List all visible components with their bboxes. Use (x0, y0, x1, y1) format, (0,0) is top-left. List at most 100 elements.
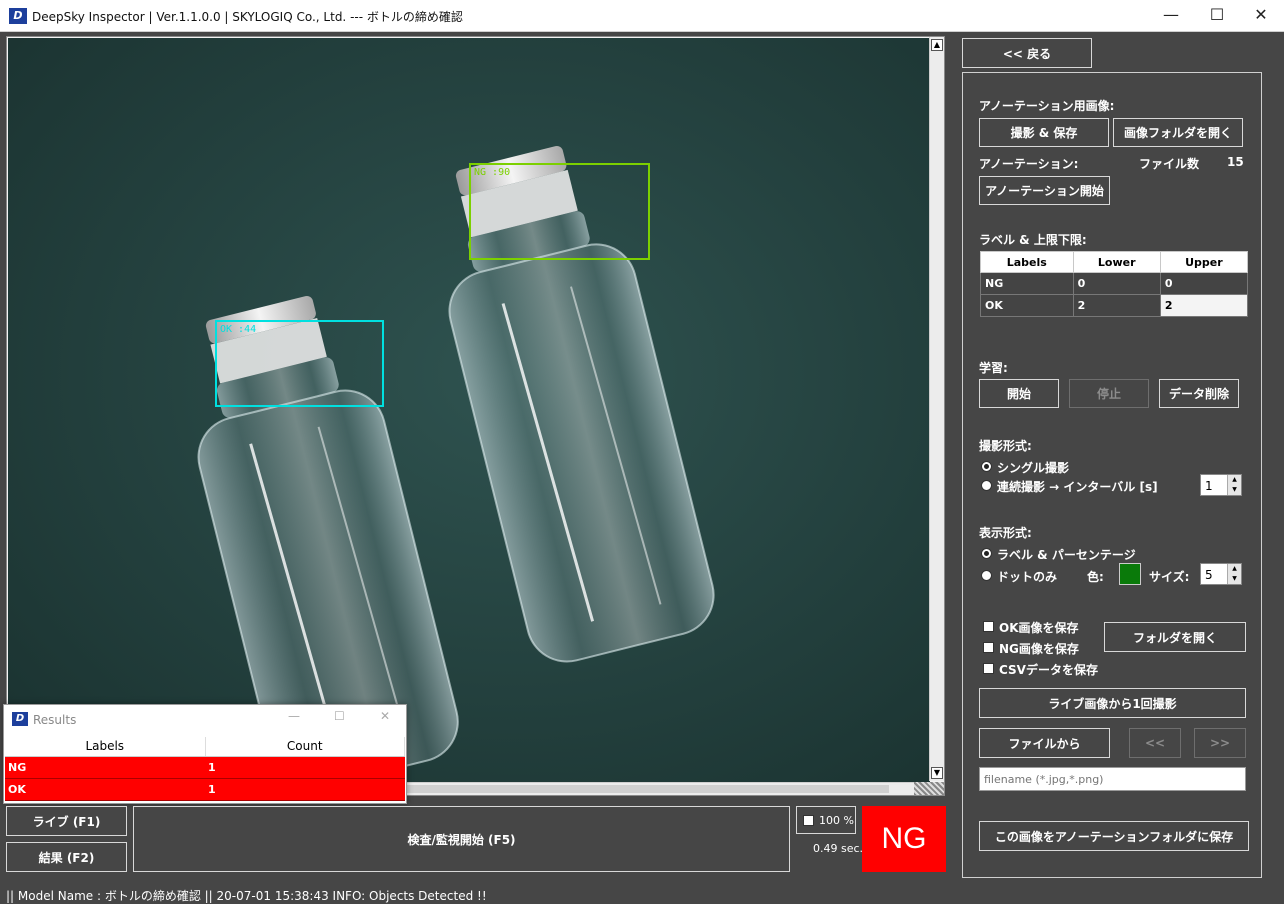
detection-label-ok: OK :44 (220, 324, 256, 335)
minimize-icon[interactable]: — (1148, 0, 1194, 30)
back-button[interactable]: << 戻る (962, 38, 1092, 68)
results-label-cell: OK (5, 778, 205, 801)
save-ng-label: NG画像を保存 (999, 642, 1079, 656)
status-text: || Model Name : ボトルの締め確認 || 20-07-01 15:… (6, 889, 487, 903)
limits-label-cell: OK (980, 294, 1074, 317)
size-label: サイズ: (1149, 570, 1190, 584)
vertical-scrollbar[interactable]: ▲ ▼ (929, 37, 944, 781)
save-ng-checkbox[interactable] (983, 642, 994, 653)
file-count-label: ファイル数 (1139, 157, 1200, 171)
title-bar: D DeepSky Inspector | Ver.1.1.0.0 | SKYL… (0, 0, 1284, 32)
display-mode-label: 表示形式: (979, 526, 1032, 540)
prev-file-button[interactable]: << (1129, 728, 1181, 758)
limits-header-labels: Labels (980, 251, 1074, 273)
learn-stop-button[interactable]: 停止 (1069, 379, 1149, 408)
color-label: 色: (1087, 570, 1104, 584)
spin-down-icon[interactable]: ▼ (1228, 574, 1241, 584)
results-table: Labels Count NG 1 OK 1 (5, 737, 405, 801)
window-title: DeepSky Inspector | Ver.1.1.0.0 | SKYLOG… (32, 10, 463, 24)
inspect-start-button[interactable]: 検査/監視開始 (F5) (133, 806, 790, 872)
limits-header-lower: Lower (1072, 251, 1161, 273)
status-bar: || Model Name : ボトルの締め確認 || 20-07-01 15:… (0, 882, 1284, 904)
limits-lower-cell[interactable]: 2 (1072, 294, 1161, 317)
results-header-count: Count (205, 737, 405, 757)
results-minimize-icon[interactable]: — (288, 709, 300, 723)
verdict-badge: NG (862, 806, 946, 872)
zoom-checkbox[interactable] (803, 815, 814, 826)
results-title: Results (33, 713, 77, 727)
spin-down-icon[interactable]: ▼ (1228, 485, 1241, 495)
learn-start-button[interactable]: 開始 (979, 379, 1059, 408)
results-close-icon[interactable]: ✕ (380, 709, 390, 723)
dot-color-swatch[interactable] (1119, 563, 1141, 585)
results-count-cell: 1 (205, 778, 405, 801)
resize-grip-icon[interactable] (914, 782, 944, 795)
table-row[interactable]: OK 2 2 (980, 294, 1249, 317)
save-csv-label: CSVデータを保存 (999, 663, 1098, 677)
limits-label-cell: NG (980, 272, 1074, 295)
annotation-images-label: アノーテーション用画像: (979, 99, 1115, 113)
filename-input[interactable] (979, 767, 1246, 791)
elapsed-time: 0.49 sec. (813, 842, 864, 855)
single-capture-radio[interactable] (981, 461, 992, 472)
file-count-value: 15 (1227, 155, 1244, 169)
results-maximize-icon[interactable]: ☐ (334, 709, 345, 723)
interval-value: 1 (1205, 479, 1213, 493)
limits-upper-cell[interactable]: 0 (1159, 272, 1249, 295)
scroll-up-icon[interactable]: ▲ (931, 39, 943, 51)
learning-label: 学習: (979, 361, 1008, 375)
results-button[interactable]: 結果 (F2) (6, 842, 127, 872)
results-window: D Results — ☐ ✕ Labels Count NG 1 OK 1 (3, 704, 407, 804)
label-percentage-label: ラベル & パーセンテージ (997, 548, 1136, 562)
size-value: 5 (1205, 568, 1213, 582)
inspection-image: OK :44 NG :90 (8, 38, 930, 782)
spin-up-icon[interactable]: ▲ (1228, 564, 1241, 574)
next-file-button[interactable]: >> (1194, 728, 1246, 758)
save-ok-label: OK画像を保存 (999, 621, 1079, 635)
continuous-capture-radio[interactable] (981, 480, 992, 491)
limits-table: Labels Lower Upper NG 0 0 OK 2 2 (980, 251, 1249, 317)
zoom-label: 100 % (819, 814, 854, 827)
open-folder-button[interactable]: フォルダを開く (1104, 622, 1246, 652)
limits-header-upper: Upper (1159, 251, 1249, 273)
single-capture-label: シングル撮影 (997, 461, 1070, 475)
spin-up-icon[interactable]: ▲ (1228, 475, 1241, 485)
capture-from-live-button[interactable]: ライブ画像から1回撮影 (979, 688, 1246, 718)
settings-panel: アノーテーション用画像: 撮影 & 保存 画像フォルダを開く アノーテーション:… (962, 72, 1262, 878)
close-icon[interactable]: ✕ (1238, 0, 1284, 30)
results-header-labels: Labels (5, 737, 206, 757)
results-label-cell: NG (5, 756, 205, 779)
results-app-icon: D (12, 712, 28, 726)
start-annotation-button[interactable]: アノーテーション開始 (979, 176, 1110, 205)
annotation-label: アノーテーション: (979, 157, 1079, 171)
results-count-cell: 1 (205, 756, 405, 779)
save-to-annotation-folder-button[interactable]: この画像をアノーテーションフォルダに保存 (979, 821, 1249, 851)
interval-stepper[interactable]: 1 ▲ ▼ (1200, 474, 1242, 496)
limits-lower-cell[interactable]: 0 (1072, 272, 1161, 295)
table-row[interactable]: NG 0 0 (980, 272, 1249, 295)
table-row[interactable]: OK 1 (5, 778, 405, 801)
capture-mode-label: 撮影形式: (979, 439, 1032, 453)
table-row[interactable]: NG 1 (5, 756, 405, 779)
continuous-capture-label: 連続撮影 → インターバル [s] (997, 480, 1158, 494)
from-file-button[interactable]: ファイルから (979, 728, 1110, 758)
save-ok-checkbox[interactable] (983, 621, 994, 632)
capture-save-button[interactable]: 撮影 & 保存 (979, 118, 1109, 147)
scroll-down-icon[interactable]: ▼ (931, 767, 943, 779)
limits-upper-cell[interactable]: 2 (1159, 294, 1249, 317)
live-button[interactable]: ライブ (F1) (6, 806, 127, 836)
app-logo-icon: D (9, 8, 27, 24)
maximize-icon[interactable]: ☐ (1194, 0, 1240, 30)
dots-only-label: ドットのみ (997, 570, 1058, 584)
label-percentage-radio[interactable] (981, 548, 992, 559)
dots-only-radio[interactable] (981, 570, 992, 581)
image-viewer: OK :44 NG :90 ▲ ▼ (6, 36, 945, 796)
delete-data-button[interactable]: データ削除 (1159, 379, 1239, 408)
zoom-toggle[interactable]: 100 % (796, 806, 856, 834)
open-image-folder-button[interactable]: 画像フォルダを開く (1113, 118, 1243, 147)
limits-label: ラベル & 上限下限: (979, 233, 1087, 247)
save-csv-checkbox[interactable] (983, 663, 994, 674)
horizontal-scroll-thumb[interactable] (407, 785, 889, 793)
size-stepper[interactable]: 5 ▲ ▼ (1200, 563, 1242, 585)
detection-label-ng: NG :90 (474, 167, 510, 178)
